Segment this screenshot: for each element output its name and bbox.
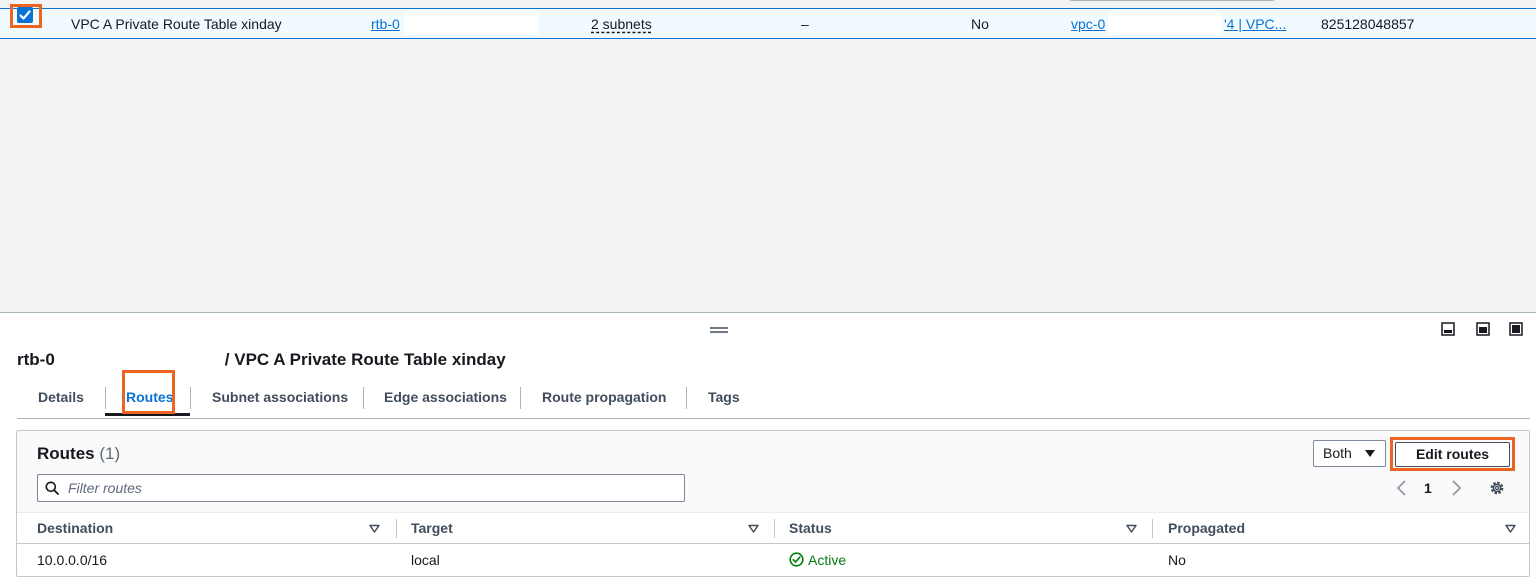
tab-separator bbox=[686, 387, 687, 409]
route-table-list bbox=[0, 0, 1536, 313]
subnet-associations-count[interactable]: 2 subnets bbox=[591, 9, 652, 40]
tab-edge-associations[interactable]: Edge associations bbox=[384, 383, 507, 416]
route-status: Active bbox=[789, 544, 846, 576]
column-header-destination[interactable]: Destination bbox=[37, 513, 113, 543]
owner-id-value: 825128048857 bbox=[1321, 16, 1415, 32]
gear-icon[interactable] bbox=[1488, 479, 1506, 497]
route-table-id-link[interactable]: rtb-0 bbox=[371, 9, 400, 40]
tab-route-propagation[interactable]: Route propagation bbox=[542, 383, 666, 416]
table-row: 10.0.0.0/16 local Active No bbox=[17, 544, 1529, 576]
search-icon bbox=[45, 481, 59, 495]
drag-handle-icon[interactable] bbox=[709, 325, 729, 335]
filter-routes-input[interactable] bbox=[68, 478, 668, 498]
routes-heading: Routes (1) bbox=[37, 443, 120, 465]
tab-separator bbox=[520, 387, 521, 409]
panel-side-icon[interactable] bbox=[1476, 322, 1490, 336]
row-checkbox[interactable] bbox=[17, 7, 33, 23]
previous-row-divider bbox=[1070, 0, 1274, 1]
panel-bottom-icon[interactable] bbox=[1441, 322, 1455, 336]
edit-routes-button[interactable]: Edit routes bbox=[1395, 442, 1510, 467]
panel-full-icon[interactable] bbox=[1509, 322, 1523, 336]
routes-count: (1) bbox=[99, 444, 121, 463]
tab-separator bbox=[105, 387, 106, 409]
routes-tab-highlight bbox=[122, 370, 175, 414]
column-separator[interactable] bbox=[774, 519, 775, 538]
check-icon bbox=[19, 10, 31, 20]
tab-subnet-associations[interactable]: Subnet associations bbox=[212, 383, 348, 416]
column-header-target[interactable]: Target bbox=[411, 513, 453, 543]
vpc-id-link[interactable]: vpc-0 bbox=[1071, 9, 1105, 40]
details-tabs: Details Routes Subnet associations Edge … bbox=[17, 370, 1530, 419]
sort-caret-icon[interactable] bbox=[1126, 524, 1137, 533]
details-title-name: / VPC A Private Route Table xinday bbox=[224, 350, 506, 369]
routes-heading-label: Routes bbox=[37, 444, 95, 463]
ip-version-select-value: Both bbox=[1323, 445, 1352, 461]
pagination-current-page[interactable]: 1 bbox=[1424, 478, 1432, 498]
details-title-id: rtb-0 bbox=[17, 350, 55, 369]
main-value: No bbox=[971, 16, 989, 32]
column-separator[interactable] bbox=[396, 519, 397, 538]
redaction-block bbox=[1108, 13, 1222, 35]
caret-down-icon bbox=[1365, 450, 1375, 457]
ip-version-select[interactable]: Both bbox=[1313, 440, 1386, 467]
sort-caret-icon[interactable] bbox=[369, 524, 380, 533]
vpc-name-link[interactable]: '4 | VPC... bbox=[1224, 9, 1286, 40]
column-header-status[interactable]: Status bbox=[789, 513, 832, 543]
redaction-block bbox=[404, 13, 538, 35]
tab-separator bbox=[190, 387, 191, 409]
sort-caret-icon[interactable] bbox=[1505, 524, 1516, 533]
route-propagated: No bbox=[1168, 552, 1186, 568]
details-title: rtb-0 / VPC A Private Route Table xinday bbox=[17, 349, 506, 371]
chevron-left-icon[interactable] bbox=[1394, 479, 1408, 497]
route-table-name: VPC A Private Route Table xinday bbox=[71, 16, 282, 32]
table-row-selected[interactable]: VPC A Private Route Table xinday rtb-0 2… bbox=[0, 8, 1536, 39]
chevron-right-icon[interactable] bbox=[1450, 479, 1464, 497]
tab-details[interactable]: Details bbox=[38, 383, 84, 416]
route-status-label: Active bbox=[808, 552, 847, 568]
route-target: local bbox=[411, 552, 440, 568]
sort-caret-icon[interactable] bbox=[748, 524, 759, 533]
column-header-propagated[interactable]: Propagated bbox=[1168, 513, 1245, 543]
route-destination: 10.0.0.0/16 bbox=[37, 552, 108, 568]
edge-associations-value: – bbox=[801, 16, 809, 32]
tab-tags[interactable]: Tags bbox=[708, 383, 740, 416]
tab-separator bbox=[363, 387, 364, 409]
column-separator[interactable] bbox=[1152, 519, 1153, 538]
routes-table-header: Destination Target Status Propagated bbox=[17, 512, 1529, 544]
filter-routes-field[interactable] bbox=[37, 474, 685, 502]
status-success-icon bbox=[789, 552, 804, 567]
